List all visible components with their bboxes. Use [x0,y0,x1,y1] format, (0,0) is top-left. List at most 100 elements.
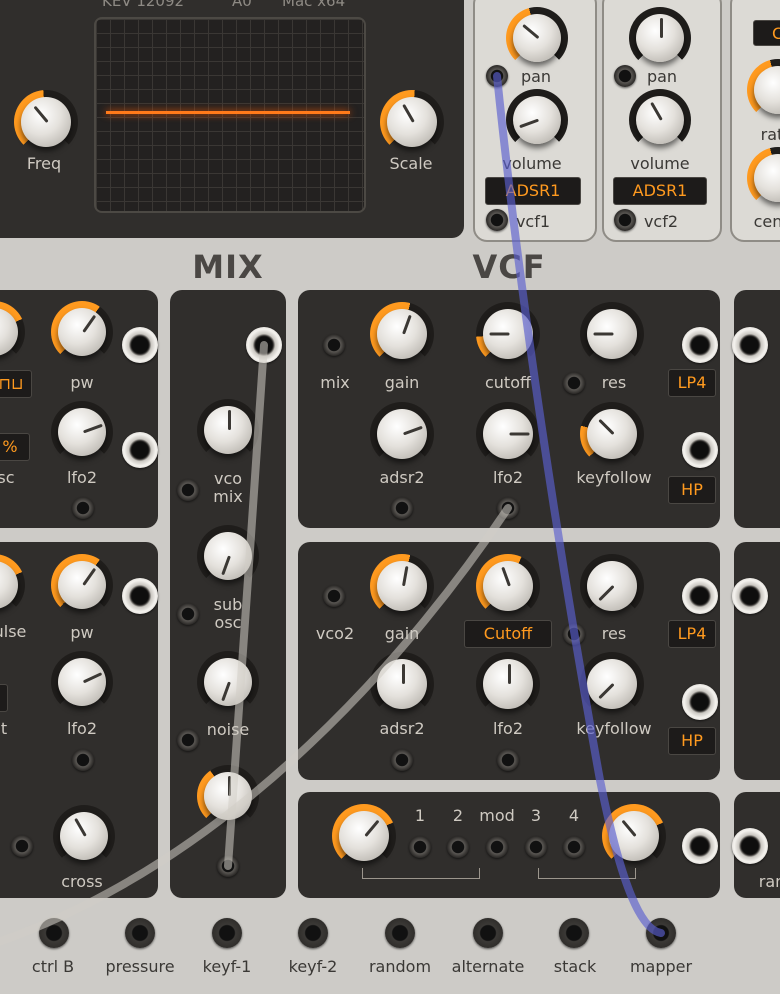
osc2-small-jack[interactable] [72,749,94,771]
keyf-2-input[interactable] [298,918,328,948]
pan-knob-1[interactable] [506,7,568,69]
noise-knob[interactable] [197,651,259,713]
vcf2-res-knob[interactable] [580,554,644,618]
vcf1-hp-button[interactable]: HP [668,476,716,504]
vcf2-hp-output[interactable] [682,684,718,720]
pw-input-2[interactable] [122,578,158,614]
vcf2-gain-knob[interactable] [370,554,434,618]
vcf2-res-input[interactable] [563,623,585,645]
volume-knob-1[interactable] [506,89,568,151]
pressure-label: pressure [105,957,175,976]
ctrl-b-label: ctrl B [31,957,75,976]
sub-osc-input[interactable] [177,603,199,625]
cent-label: cen [753,212,780,231]
vcf1-res-input[interactable] [563,372,585,394]
right-input-3[interactable] [732,828,768,864]
vcf1-gain-knob[interactable] [370,302,434,366]
pressure-input[interactable] [125,918,155,948]
pan-input-1[interactable] [486,65,508,87]
env-select-1[interactable]: ADSR1 [485,177,581,205]
vcf2-vco2-input[interactable] [323,585,345,607]
pw-knob-2[interactable] [51,554,113,616]
vcf2-cutoff-display[interactable]: Cutoff [464,620,552,648]
mix-level-knob[interactable] [197,765,259,827]
right-input-2[interactable] [732,578,768,614]
right-panel-1 [734,290,780,528]
pulse-label-partial: ulse [0,622,27,641]
pan-input-2[interactable] [614,65,636,87]
pw-knob-1[interactable] [51,301,113,363]
mod-input-mod[interactable] [486,836,508,858]
vcf2-hp-button[interactable]: HP [668,727,716,755]
volume-knob-2[interactable] [629,89,691,151]
pw-label-2: pw [70,623,94,642]
lfo2-input-1[interactable] [122,432,158,468]
keyf-1-label: keyf-1 [202,957,252,976]
vco-mix-label: vco mix [213,469,243,506]
random-input[interactable] [385,918,415,948]
vcf1-mix-input[interactable] [323,334,345,356]
percent-display[interactable]: % [0,433,30,461]
vcf1-lp4-output[interactable] [682,327,718,363]
mod-label-2: 2 [452,806,464,825]
mod-input-3[interactable] [525,836,547,858]
mod-left-knob[interactable] [332,804,396,868]
vcf2-adsr2-knob[interactable] [370,652,434,716]
alternate-input[interactable] [473,918,503,948]
mod-input-2[interactable] [447,836,469,858]
vcf1-cutoff-knob[interactable] [476,302,540,366]
cross-knob[interactable] [53,805,115,867]
stack-input[interactable] [559,918,589,948]
mix-bottom-jack[interactable] [217,855,239,877]
vcf2-lfo2-knob[interactable] [476,652,540,716]
vcf1-res-knob[interactable] [580,302,644,366]
pan-knob-2[interactable] [629,7,691,69]
cross-input[interactable] [11,835,33,857]
mod-bracket-left [362,868,480,879]
voice3-top-button[interactable]: C [753,20,780,46]
vco-mix-knob[interactable] [197,399,259,461]
lfo2-knob-1[interactable] [51,401,113,463]
mod-input-1[interactable] [409,836,431,858]
vcf1-lp4-button[interactable]: LP4 [668,369,716,397]
env-select-2[interactable]: ADSR1 [613,177,707,205]
vcf2-input[interactable] [614,209,636,231]
mod-bracket-right [538,868,636,879]
wave-select[interactable]: ⊓⊔ [0,370,32,398]
vcf1-lfo2-knob[interactable] [476,402,540,466]
noise-input[interactable] [177,729,199,751]
vcf2-keyfollow-knob[interactable] [580,652,644,716]
scale-label: Scale [389,154,433,173]
vcf2-lp4-output[interactable] [682,578,718,614]
osc1-small-jack[interactable] [72,497,94,519]
ctrl-b-input[interactable] [39,918,69,948]
vcf2-cutoff-knob[interactable] [476,554,540,618]
vcf2-gain-label: gain [384,624,420,643]
vco-mix-input[interactable] [177,479,199,501]
vcf1-hp-output[interactable] [682,432,718,468]
mod-output[interactable] [682,828,718,864]
freq-knob[interactable] [14,90,78,154]
vcf1-adsr2-input[interactable] [391,497,413,519]
mix-title: MIX [192,248,264,286]
mapper-input[interactable] [646,918,676,948]
vcf2-lfo2-input[interactable] [497,749,519,771]
vcf1-keyfollow-knob[interactable] [580,402,644,466]
vcf1-input[interactable] [486,209,508,231]
vcf1-adsr2-knob[interactable] [370,402,434,466]
right-input-1[interactable] [732,327,768,363]
mix-output[interactable] [246,327,282,363]
sub-osc-knob[interactable] [197,525,259,587]
osc2-small-display[interactable] [0,684,8,712]
scale-knob[interactable] [380,90,444,154]
vcf2-lp4-button[interactable]: LP4 [668,620,716,648]
vcf1-lfo2-input[interactable] [497,497,519,519]
mod-label: mod [479,806,515,825]
pw-input-1[interactable] [122,327,158,363]
lfo2-knob-2[interactable] [51,651,113,713]
mod-right-knob[interactable] [602,804,666,868]
noise-label: noise [206,720,250,739]
mod-input-4[interactable] [563,836,585,858]
vcf2-adsr2-input[interactable] [391,749,413,771]
keyf-1-input[interactable] [212,918,242,948]
